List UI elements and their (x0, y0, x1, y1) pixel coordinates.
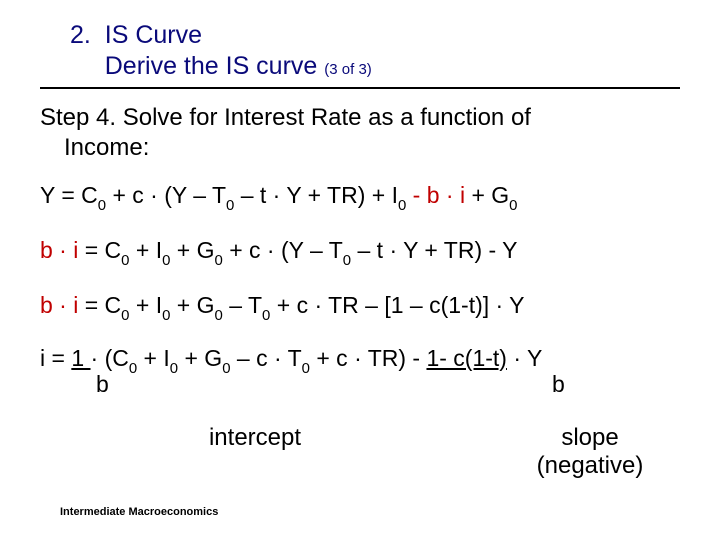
eq2-d: + c · (Y – T (223, 237, 343, 263)
eq4-s1: 0 (129, 360, 137, 377)
eq4-den-left: b (96, 372, 109, 397)
title-text-2a: Derive the IS curve (105, 52, 325, 80)
label-slope-b: (negative) (537, 452, 644, 479)
title-text-1: IS Curve (105, 21, 202, 49)
label-slope: slope (negative) (510, 424, 670, 480)
eq4-s2: 0 (170, 360, 178, 377)
title-number: 2. (70, 21, 91, 49)
eq3-s1: 0 (121, 307, 129, 324)
eq4-u2: 1- c(1-t) (426, 345, 507, 371)
eq4-c: + I (137, 345, 170, 371)
eq4-b: · (C (91, 345, 129, 371)
eq3-e: + c · TR – [1 – c(1-t)] · Y (270, 292, 524, 318)
eq1-e: + G (465, 182, 509, 208)
equation-3: b · i = C0 + I0 + G0 – T0 + c · TR – [1 … (40, 291, 680, 324)
eq2-s3: 0 (215, 252, 223, 269)
step-text: Step 4. Solve for Interest Rate as a fun… (40, 103, 680, 163)
title-line-2: Derive the IS curve (3 of 3) (70, 51, 680, 82)
eq4-e: – c · T (231, 345, 302, 371)
eq4-top: i = 1 · (C0 + I0 + G0 – c · T0 + c · TR)… (40, 346, 680, 376)
eq3-s3: 0 (215, 307, 223, 324)
eq1-s1: 0 (98, 197, 106, 214)
eq3-b: + I (129, 292, 162, 318)
eq1-s3: 0 (398, 197, 406, 214)
footer-text: Intermediate Macroeconomics (60, 506, 218, 518)
title-pagecount: (3 of 3) (324, 61, 372, 78)
eq4-s3: 0 (222, 360, 230, 377)
equation-4: i = 1 · (C0 + I0 + G0 – c · T0 + c · TR)… (40, 346, 680, 376)
eq2-s1: 0 (121, 252, 129, 269)
eq4-g: · Y (507, 345, 542, 371)
eq3-s2: 0 (162, 307, 170, 324)
step-text-b: Income: (40, 133, 680, 163)
eq4-f: + c · TR) - (310, 345, 427, 371)
eq3-s4: 0 (262, 307, 270, 324)
eq4-s4: 0 (302, 360, 310, 377)
eq1-s2: 0 (226, 197, 234, 214)
eq2-s2: 0 (162, 252, 170, 269)
title-block: 2. IS Curve Derive the IS curve (3 of 3) (40, 20, 680, 89)
eq2-red: b · i (40, 237, 78, 263)
eq2-b: + I (129, 237, 162, 263)
step-text-a: Solve for Interest Rate as a function of (116, 104, 531, 131)
eq2-s4: 0 (343, 252, 351, 269)
eq4-u1: 1 (71, 345, 90, 371)
eq1-b: + c · (Y – T (106, 182, 226, 208)
eq1-s4: 0 (509, 197, 517, 214)
eq1-a: Y = C (40, 182, 98, 208)
eq3-d: – T (223, 292, 262, 318)
eq2-a: = C (78, 237, 121, 263)
label-slope-a: slope (561, 424, 618, 451)
eq3-a: = C (78, 292, 121, 318)
eq1-c: – t · Y + TR) + I (234, 182, 398, 208)
step-label: Step 4. (40, 104, 116, 131)
eq4-den-right: b (552, 372, 565, 397)
eq4-d: + G (178, 345, 222, 371)
eq3-c: + G (170, 292, 214, 318)
equation-1: Y = C0 + c · (Y – T0 – t · Y + TR) + I0 … (40, 181, 680, 214)
eq2-e: – t · Y + TR) - Y (351, 237, 517, 263)
title-line-1: 2. IS Curve (70, 20, 680, 51)
term-labels: intercept slope (negative) (40, 424, 680, 480)
equation-2: b · i = C0 + I0 + G0 + c · (Y – T0 – t ·… (40, 236, 680, 269)
eq2-c: + G (170, 237, 214, 263)
eq3-red: b · i (40, 292, 78, 318)
slide: 2. IS Curve Derive the IS curve (3 of 3)… (0, 0, 720, 540)
label-intercept: intercept (170, 424, 340, 480)
eq1-red: - b · i (413, 182, 465, 208)
eq4-a: i = (40, 345, 71, 371)
